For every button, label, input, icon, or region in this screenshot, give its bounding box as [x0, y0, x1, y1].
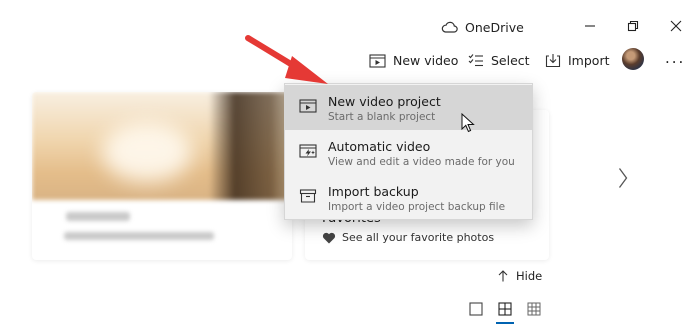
onedrive-label: OneDrive [465, 19, 524, 35]
heart-icon [322, 232, 336, 243]
select-label: Select [491, 52, 530, 68]
automatic-video-icon [298, 142, 318, 160]
small-grid-icon [527, 302, 541, 316]
hide-label: Hide [516, 269, 543, 283]
menu-item-automatic-video[interactable]: Automatic video View and edit a video ma… [285, 130, 532, 175]
single-view-icon [469, 302, 483, 316]
cloud-icon [441, 21, 458, 33]
more-options-button[interactable]: ... [665, 49, 685, 67]
view-grid-button[interactable] [496, 302, 514, 324]
favorites-subtitle-text: See all your favorite photos [342, 231, 495, 244]
menu-item-description: View and edit a video made for you [328, 156, 515, 168]
view-single-button[interactable] [467, 302, 485, 324]
close-button[interactable] [664, 14, 688, 38]
arrow-up-icon [498, 270, 508, 282]
hide-button[interactable]: Hide [498, 269, 542, 283]
avatar[interactable] [622, 48, 644, 70]
new-video-project-icon [298, 97, 318, 115]
menu-item-import-backup[interactable]: Import backup Import a video project bac… [285, 175, 532, 220]
blurred-photo-card[interactable] [32, 92, 292, 260]
import-button[interactable]: Import [545, 49, 610, 71]
new-video-icon [369, 53, 386, 68]
next-button[interactable] [613, 164, 633, 192]
new-video-label: New video [393, 52, 459, 68]
close-icon [670, 20, 682, 32]
menu-item-description: Import a video project backup file [328, 201, 506, 213]
restore-button[interactable] [621, 14, 645, 38]
import-icon [545, 53, 561, 67]
menu-item-description: Start a blank project [328, 111, 436, 123]
minimize-icon [585, 25, 595, 27]
menu-item-label: Import backup [328, 184, 419, 199]
favorites-subtitle: See all your favorite photos [322, 231, 494, 244]
menu-item-label: Automatic video [328, 139, 431, 154]
minimize-button[interactable] [578, 14, 602, 38]
grid-view-icon [498, 302, 512, 316]
restore-icon [627, 20, 639, 32]
annotation-arrow-icon [245, 35, 328, 84]
import-label: Import [568, 52, 610, 68]
mouse-cursor-icon [461, 113, 475, 133]
new-video-button[interactable]: New video [369, 49, 458, 71]
new-video-menu: New video project Start a blank project … [284, 83, 533, 220]
import-backup-icon [298, 187, 318, 205]
menu-item-label: New video project [328, 94, 441, 109]
menu-item-new-video-project[interactable]: New video project Start a blank project [285, 85, 532, 130]
select-icon [468, 54, 483, 67]
select-button[interactable]: Select [468, 49, 530, 71]
view-small-grid-button[interactable] [525, 302, 543, 324]
chevron-right-icon [618, 168, 628, 188]
onedrive-status[interactable]: OneDrive [441, 17, 524, 37]
